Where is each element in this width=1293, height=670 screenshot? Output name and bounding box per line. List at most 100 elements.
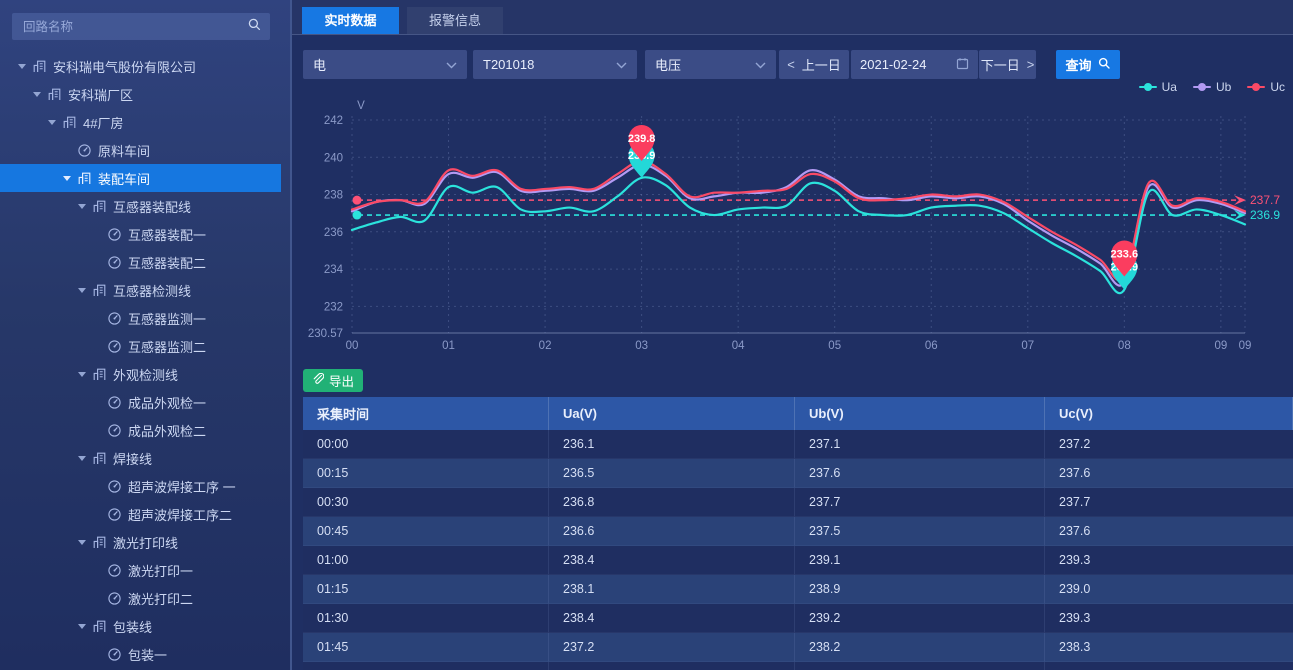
svg-text:01: 01 — [442, 340, 455, 352]
meter-icon — [107, 479, 122, 494]
tree-item-9[interactable]: 互感器监测一 — [0, 304, 290, 332]
search-icon — [1098, 57, 1111, 73]
tree-item-label: 互感器监测二 — [128, 337, 206, 356]
tree-item-12[interactable]: 成品外观检一 — [0, 388, 290, 416]
table-cell: 237.6 — [1045, 517, 1293, 546]
date-input[interactable]: 2021-02-24 — [851, 50, 978, 79]
building-icon — [77, 171, 92, 186]
table-row-3: 00:45236.6237.5237.6 — [303, 517, 1293, 546]
table-cell: 239.2 — [795, 604, 1045, 633]
circuit-tree: 安科瑞电气股份有限公司安科瑞厂区 4#厂房原料车间装配车间互感器装配线互感器装配一… — [0, 52, 290, 668]
caret-down-icon[interactable] — [42, 120, 62, 125]
table-cell: 236.1 — [549, 430, 795, 459]
tab-alarm-info[interactable]: 报警信息 — [407, 7, 503, 34]
select-energy-type[interactable]: 电 — [303, 50, 467, 79]
tree-item-label: 激光打印一 — [128, 561, 193, 580]
tree-item-3[interactable]: 原料车间 — [0, 136, 290, 164]
date-value: 2021-02-24 — [860, 57, 927, 72]
tree-item-label: 激光打印二 — [128, 589, 193, 608]
legend-item-ua[interactable]: Ua — [1139, 80, 1177, 94]
caret-down-icon[interactable] — [57, 176, 77, 181]
circuit-search-box[interactable] — [12, 13, 270, 40]
svg-text:08: 08 — [1118, 340, 1131, 352]
meter-icon — [107, 507, 122, 522]
tree-item-20[interactable]: 包装线 — [0, 612, 290, 640]
header-cell-uc: Uc(V) — [1045, 397, 1293, 430]
table-cell: 239.3 — [1045, 546, 1293, 575]
svg-text:240: 240 — [324, 152, 343, 164]
tree-item-2[interactable]: 4#厂房 — [0, 108, 290, 136]
svg-text:V: V — [357, 100, 365, 112]
table-cell: 00:15 — [303, 459, 549, 488]
select-device[interactable]: T201018 — [473, 50, 637, 79]
tree-item-15[interactable]: 超声波焊接工序 一 — [0, 472, 290, 500]
tree-item-11[interactable]: 外观检测线 — [0, 360, 290, 388]
table-cell: 239.1 — [795, 546, 1045, 575]
tree-item-6[interactable]: 互感器装配一 — [0, 220, 290, 248]
prev-day-button[interactable]: < 上一日 — [779, 50, 849, 79]
tree-item-0[interactable]: 安科瑞电气股份有限公司 — [0, 52, 290, 80]
tree-item-18[interactable]: 激光打印一 — [0, 556, 290, 584]
svg-text:237.7: 237.7 — [1250, 193, 1280, 207]
tree-item-14[interactable]: 焊接线 — [0, 444, 290, 472]
svg-text:03: 03 — [635, 340, 648, 352]
tree-item-label: 安科瑞厂区 — [68, 85, 133, 104]
meter-icon — [107, 255, 122, 270]
search-icon[interactable] — [248, 18, 261, 36]
caret-down-icon[interactable] — [72, 288, 92, 293]
caret-down-icon[interactable] — [27, 92, 47, 97]
chart-legend: Ua Ub Uc — [1139, 80, 1285, 94]
meter-icon — [107, 227, 122, 242]
tree-item-19[interactable]: 激光打印二 — [0, 584, 290, 612]
tree-item-label: 外观检测线 — [113, 365, 178, 384]
tree-item-1[interactable]: 安科瑞厂区 — [0, 80, 290, 108]
meter-icon — [107, 395, 122, 410]
query-button[interactable]: 查询 — [1056, 50, 1120, 79]
circuit-search-input[interactable] — [21, 19, 248, 35]
header-cell-ua: Ua(V) — [549, 397, 795, 430]
table-cell: 238.1 — [549, 575, 795, 604]
calendar-icon[interactable] — [956, 57, 969, 73]
building-icon — [92, 283, 107, 298]
table-cell: 237.6 — [1045, 459, 1293, 488]
tree-item-16[interactable]: 超声波焊接工序二 — [0, 500, 290, 528]
legend-item-ub[interactable]: Ub — [1193, 80, 1231, 94]
table-cell — [549, 662, 795, 670]
tree-item-7[interactable]: 互感器装配二 — [0, 248, 290, 276]
tree-item-13[interactable]: 成品外观检二 — [0, 416, 290, 444]
tree-item-21[interactable]: 包装一 — [0, 640, 290, 668]
meter-icon — [107, 563, 122, 578]
next-day-button[interactable]: 下一日 > — [979, 50, 1036, 79]
caret-down-icon[interactable] — [72, 204, 92, 209]
sidebar: 安科瑞电气股份有限公司安科瑞厂区 4#厂房原料车间装配车间互感器装配线互感器装配一… — [0, 0, 290, 670]
caret-down-icon[interactable] — [72, 372, 92, 377]
table-cell: 237.2 — [1045, 430, 1293, 459]
export-button[interactable]: 导出 — [303, 369, 363, 392]
table-cell: 238.4 — [549, 604, 795, 633]
main-panel: 实时数据 报警信息 电 T201018 电压 < 上一日 2021-02-24 … — [292, 0, 1293, 670]
voltage-chart: 242240238236234232230.570001020304050607… — [296, 96, 1290, 362]
legend-marker-icon — [1247, 83, 1265, 92]
table-row-5: 01:15238.1238.9239.0 — [303, 575, 1293, 604]
export-label: 导出 — [329, 371, 354, 390]
caret-down-icon[interactable] — [12, 64, 32, 69]
tree-item-4[interactable]: 装配车间 — [0, 164, 281, 192]
svg-text:02: 02 — [539, 340, 552, 352]
caret-down-icon[interactable] — [72, 456, 92, 461]
legend-item-uc[interactable]: Uc — [1247, 80, 1285, 94]
table-cell — [795, 662, 1045, 670]
caret-down-icon[interactable] — [72, 540, 92, 545]
tree-item-10[interactable]: 互感器监测二 — [0, 332, 290, 360]
chevron-down-icon — [616, 57, 627, 72]
tree-item-label: 超声波焊接工序二 — [128, 505, 232, 524]
tree-item-8[interactable]: 互感器检测线 — [0, 276, 290, 304]
tree-item-17[interactable]: 激光打印线 — [0, 528, 290, 556]
select-metric[interactable]: 电压 — [645, 50, 776, 79]
building-icon — [92, 451, 107, 466]
table-cell: 236.8 — [549, 488, 795, 517]
tree-item-label: 成品外观检二 — [128, 421, 206, 440]
tree-item-label: 包装一 — [128, 645, 167, 664]
tree-item-5[interactable]: 互感器装配线 — [0, 192, 290, 220]
caret-down-icon[interactable] — [72, 624, 92, 629]
tab-realtime-data[interactable]: 实时数据 — [302, 7, 399, 34]
